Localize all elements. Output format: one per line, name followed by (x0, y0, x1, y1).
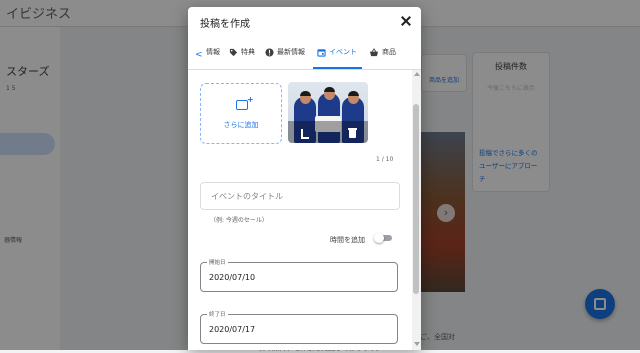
photo-figure-hair (300, 91, 311, 96)
post-type-tabs: < 情報 特典 最新情報 イベント 商品 (188, 41, 421, 70)
start-date-label: 開始日 (207, 258, 228, 266)
tab-event-label: イベント (329, 48, 357, 56)
scrollbar-thumb[interactable] (413, 104, 419, 294)
tab-product-label: 商品 (382, 48, 396, 56)
chevron-left-icon[interactable]: < (195, 50, 203, 60)
trash-icon[interactable] (348, 128, 357, 138)
start-date-value: 2020/07/10 (209, 273, 256, 282)
dialog-header: 投稿を作成 (188, 7, 421, 35)
add-time-label: 時間を追加 (330, 236, 365, 244)
scroll-up-icon[interactable] (414, 72, 420, 76)
tab-offer[interactable]: 特典 (229, 47, 255, 69)
add-time-toggle[interactable] (374, 233, 392, 243)
tab-news[interactable]: 最新情報 (265, 47, 305, 69)
event-title-helper: （例: 今週のセール） (210, 217, 268, 224)
end-date-label: 終了日 (207, 310, 228, 318)
crop-icon[interactable] (299, 129, 309, 139)
tab-event[interactable]: イベント (317, 47, 357, 69)
tab-product[interactable]: 商品 (369, 47, 396, 69)
add-more-photos-button[interactable]: + さらに追加 (200, 83, 282, 144)
toggle-knob (374, 233, 384, 243)
tab-info[interactable]: 情報 (206, 47, 220, 69)
alert-icon (265, 48, 274, 57)
dialog-scrollbar[interactable] (412, 70, 421, 350)
dialog-title: 投稿を作成 (200, 19, 250, 30)
photo-counter: 1 / 10 (376, 156, 394, 163)
dialog-content: + さらに追加 1 / 10 イベントのタイトル （例: 今週のセール） 時間を… (188, 70, 410, 350)
start-date-field[interactable]: 開始日 2020/07/10 (200, 258, 398, 292)
tab-news-label: 最新情報 (277, 48, 305, 56)
end-date-value: 2020/07/17 (209, 325, 256, 334)
end-date-field[interactable]: 終了日 2020/07/17 (200, 310, 398, 344)
basket-icon (369, 48, 379, 57)
photo-figure-hair (348, 91, 359, 96)
tag-icon (229, 48, 238, 57)
add-more-label: さらに追加 (223, 121, 259, 129)
create-post-dialog: 投稿を作成 < 情報 特典 最新情報 イベント 商品 + さらに追加 1 / 1… (188, 7, 421, 350)
close-icon[interactable] (399, 14, 413, 28)
active-tab-indicator (313, 67, 362, 69)
plus-icon: + (247, 95, 254, 104)
event-title-placeholder: イベントのタイトル (211, 192, 283, 201)
tab-offer-label: 特典 (241, 48, 255, 56)
scroll-down-icon[interactable] (414, 342, 420, 346)
tab-info-label: 情報 (206, 48, 220, 56)
calendar-icon (317, 49, 326, 57)
photo-figure-hair (324, 87, 335, 92)
event-title-input[interactable]: イベントのタイトル (200, 182, 400, 210)
